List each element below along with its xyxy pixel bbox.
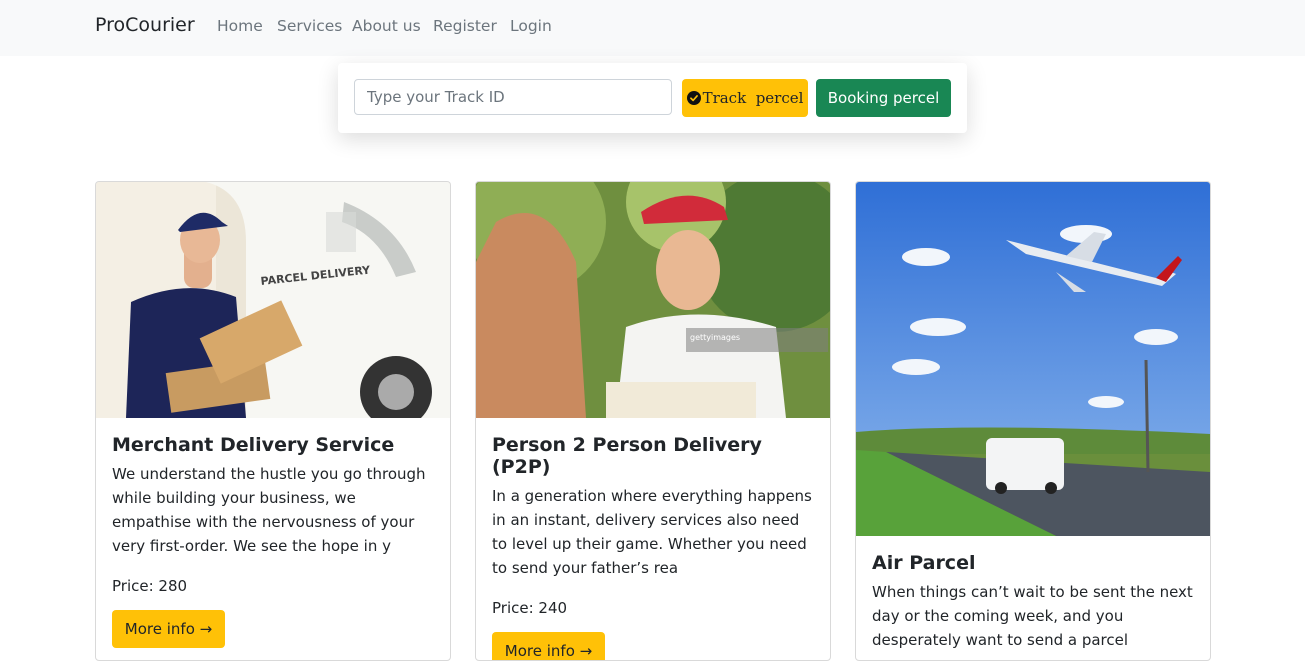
card-title: Person 2 Person Delivery (P2P) [492,434,762,478]
nav-register-link[interactable]: Register [433,17,497,35]
service-card-merchant: PARCEL DELIVERY Merchant Delivery Servic… [95,181,451,661]
more-info-button[interactable]: More info → [492,632,605,660]
card-description: We understand the hustle you go through … [112,465,426,555]
nav-home-link[interactable]: Home [217,17,263,35]
check-circle-icon [686,91,701,105]
nav-about-link[interactable]: About us [352,17,421,35]
track-parcel-button[interactable]: Track percel [682,79,808,117]
card-price: Price: 280 [112,577,188,595]
service-card-p2p: gettyimages Person 2 Person Delivery (P2… [475,181,831,661]
service-card-air: Air Parcel When things can’t wait to be … [855,181,1211,661]
track-panel: Track percel Booking percel [338,63,967,133]
track-parcel-label: Track percel [702,89,804,107]
photo-watermark: gettyimages [690,333,740,342]
card-price: Price: 240 [492,599,568,617]
card-title: Merchant Delivery Service [112,434,395,456]
brand-logo[interactable]: ProCourier [95,14,195,36]
nav-login-link[interactable]: Login [510,17,552,35]
card-description: When things can’t wait to be sent the ne… [872,583,1193,649]
track-id-input[interactable] [354,79,672,115]
navbar: ProCourier Home Services About us Regist… [0,0,1305,56]
person-handing-parcel-photo: gettyimages [476,182,830,418]
card-title: Air Parcel [872,552,976,574]
nav-services-link[interactable]: Services [277,17,342,35]
delivery-man-van-photo: PARCEL DELIVERY [96,182,450,418]
booking-parcel-button[interactable]: Booking percel [816,79,951,117]
more-info-button[interactable]: More info → [112,610,225,648]
card-description: In a generation where everything happens… [492,487,812,577]
airplane-van-road-photo [856,182,1210,536]
